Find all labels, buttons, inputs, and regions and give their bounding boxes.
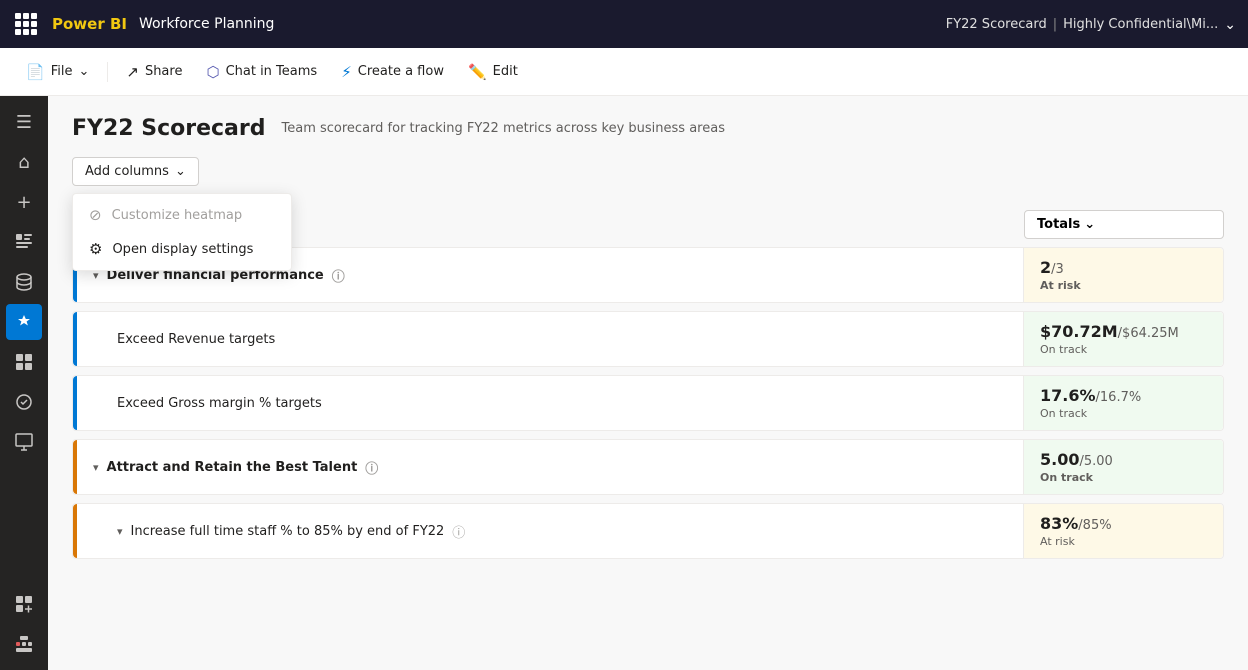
sidebar-item-apps[interactable] <box>6 344 42 380</box>
row-margin: Exceed Gross margin % targets 17.6%/16.7… <box>72 375 1224 431</box>
value-fraction-margin: /16.7% <box>1096 390 1142 405</box>
flow-label: Create a flow <box>358 64 444 79</box>
chat-label: Chat in Teams <box>226 64 318 79</box>
top-nav: Power BI Workforce Planning FY22 Scoreca… <box>0 0 1248 48</box>
display-settings-icon: ⚙ <box>89 240 102 258</box>
row-value-margin: 17.6%/16.7% On track <box>1023 376 1223 430</box>
add-columns-label: Add columns <box>85 164 169 179</box>
value-fraction-talent: /5.00 <box>1079 454 1112 469</box>
value-main-revenue: $70.72M <box>1040 322 1118 341</box>
sidebar-item-learn[interactable] <box>6 384 42 420</box>
sensitivity-chevron[interactable]: ⌄ <box>1224 16 1236 33</box>
file-label: File <box>51 64 73 79</box>
customize-heatmap-icon: ⊘ <box>89 206 102 224</box>
status-financial: At risk <box>1040 279 1207 292</box>
totals-label: Totals <box>1037 217 1080 232</box>
row-value-talent: 5.00/5.00 On track <box>1023 440 1223 494</box>
toolbar-divider-1 <box>107 62 108 82</box>
sidebar-item-data[interactable] <box>6 264 42 300</box>
page-title: FY22 Scorecard <box>72 116 266 141</box>
customize-heatmap-label: Customize heatmap <box>112 208 243 223</box>
sidebar-item-workspace[interactable] <box>6 424 42 460</box>
customize-heatmap-item[interactable]: ⊘ Customize heatmap <box>73 198 291 232</box>
sidebar: ☰ ⌂ + <box>0 96 48 670</box>
add-columns-chevron: ⌄ <box>175 164 186 179</box>
row-revenue: Exceed Revenue targets $70.72M/$64.25M O… <box>72 311 1224 367</box>
totals-chevron: ⌄ <box>1084 217 1095 232</box>
main-layout: ☰ ⌂ + <box>0 96 1248 670</box>
display-settings-label: Open display settings <box>112 242 253 257</box>
flow-icon: ⚡ <box>341 63 352 81</box>
page-header: FY22 Scorecard Team scorecard for tracki… <box>72 116 1224 141</box>
row-fulltime: ▾ Increase full time staff % to 85% by e… <box>72 503 1224 559</box>
sidebar-item-hamburger[interactable]: ☰ <box>6 104 42 140</box>
value-fraction-revenue: /$64.25M <box>1118 326 1179 341</box>
row-label-fulltime: ▾ Increase full time staff % to 85% by e… <box>77 504 1023 558</box>
scorecard-rows: ▾ Deliver financial performance ⓘ 2/3 At… <box>72 247 1224 563</box>
chat-teams-button[interactable]: ⬡ Chat in Teams <box>196 57 327 87</box>
report-name: Workforce Planning <box>139 16 274 32</box>
info-icon-talent: ⓘ <box>365 458 378 477</box>
add-columns-dropdown: ⊘ Customize heatmap ⚙ Open display setti… <box>72 193 292 271</box>
main-content: FY22 Scorecard Team scorecard for tracki… <box>48 96 1248 670</box>
status-margin: On track <box>1040 407 1207 420</box>
value-main-talent: 5.00 <box>1040 450 1079 469</box>
row-label-talent: ▾ Attract and Retain the Best Talent ⓘ <box>77 440 1023 494</box>
sidebar-item-deployment[interactable] <box>6 586 42 622</box>
value-main-fulltime: 83% <box>1040 514 1078 533</box>
row-value-revenue: $70.72M/$64.25M On track <box>1023 312 1223 366</box>
top-nav-right: FY22 Scorecard | Highly Confidential\Mi.… <box>946 16 1236 33</box>
value-fraction-fulltime: /85% <box>1078 518 1111 533</box>
sidebar-item-browse[interactable] <box>6 224 42 260</box>
toolbar: 📄 File ⌄ ↗ Share ⬡ Chat in Teams ⚡ Creat… <box>0 48 1248 96</box>
teams-icon: ⬡ <box>206 63 219 81</box>
app-grid-button[interactable] <box>12 10 40 38</box>
expand-talent[interactable]: ▾ <box>93 461 99 474</box>
add-columns-button[interactable]: Add columns ⌄ <box>72 157 199 186</box>
status-talent: On track <box>1040 471 1207 484</box>
add-columns-container: Add columns ⌄ ⊘ Customize heatmap ⚙ Open… <box>72 157 199 198</box>
sidebar-item-home[interactable]: ⌂ <box>6 144 42 180</box>
info-icon-fulltime: ⓘ <box>452 522 465 541</box>
row-value-fulltime: 83%/85% At risk <box>1023 504 1223 558</box>
status-revenue: On track <box>1040 343 1207 356</box>
scorecard-label: FY22 Scorecard <box>946 17 1047 32</box>
sidebar-item-profile[interactable] <box>6 626 42 662</box>
edit-icon: ✏️ <box>468 63 487 81</box>
share-label: Share <box>145 64 183 79</box>
confidential-label: Highly Confidential\Mi... <box>1063 17 1218 32</box>
info-icon-financial: ⓘ <box>332 266 345 285</box>
edit-label: Edit <box>493 64 518 79</box>
open-display-settings-item[interactable]: ⚙ Open display settings <box>73 232 291 266</box>
file-button[interactable]: 📄 File ⌄ <box>16 57 99 87</box>
row-label-margin: Exceed Gross margin % targets <box>77 376 1023 430</box>
file-icon: 📄 <box>26 63 45 81</box>
share-icon: ↗ <box>126 63 139 81</box>
file-chevron: ⌄ <box>78 64 89 79</box>
sidebar-item-metrics[interactable] <box>6 304 42 340</box>
page-subtitle: Team scorecard for tracking FY22 metrics… <box>282 121 725 136</box>
create-flow-button[interactable]: ⚡ Create a flow <box>331 57 454 87</box>
row-value-financial: 2/3 At risk <box>1023 248 1223 302</box>
value-fraction-financial: /3 <box>1051 262 1064 277</box>
value-main-margin: 17.6% <box>1040 386 1096 405</box>
status-fulltime: At risk <box>1040 535 1207 548</box>
value-main-financial: 2 <box>1040 258 1051 277</box>
grid-icon <box>15 13 37 35</box>
row-talent: ▾ Attract and Retain the Best Talent ⓘ 5… <box>72 439 1224 495</box>
share-button[interactable]: ↗ Share <box>116 57 192 87</box>
app-name: Power BI <box>52 15 127 33</box>
expand-fulltime[interactable]: ▾ <box>117 525 123 538</box>
totals-column-header[interactable]: Totals ⌄ <box>1024 210 1224 239</box>
edit-button[interactable]: ✏️ Edit <box>458 57 528 87</box>
row-label-revenue: Exceed Revenue targets <box>77 312 1023 366</box>
sidebar-item-create[interactable]: + <box>6 184 42 220</box>
